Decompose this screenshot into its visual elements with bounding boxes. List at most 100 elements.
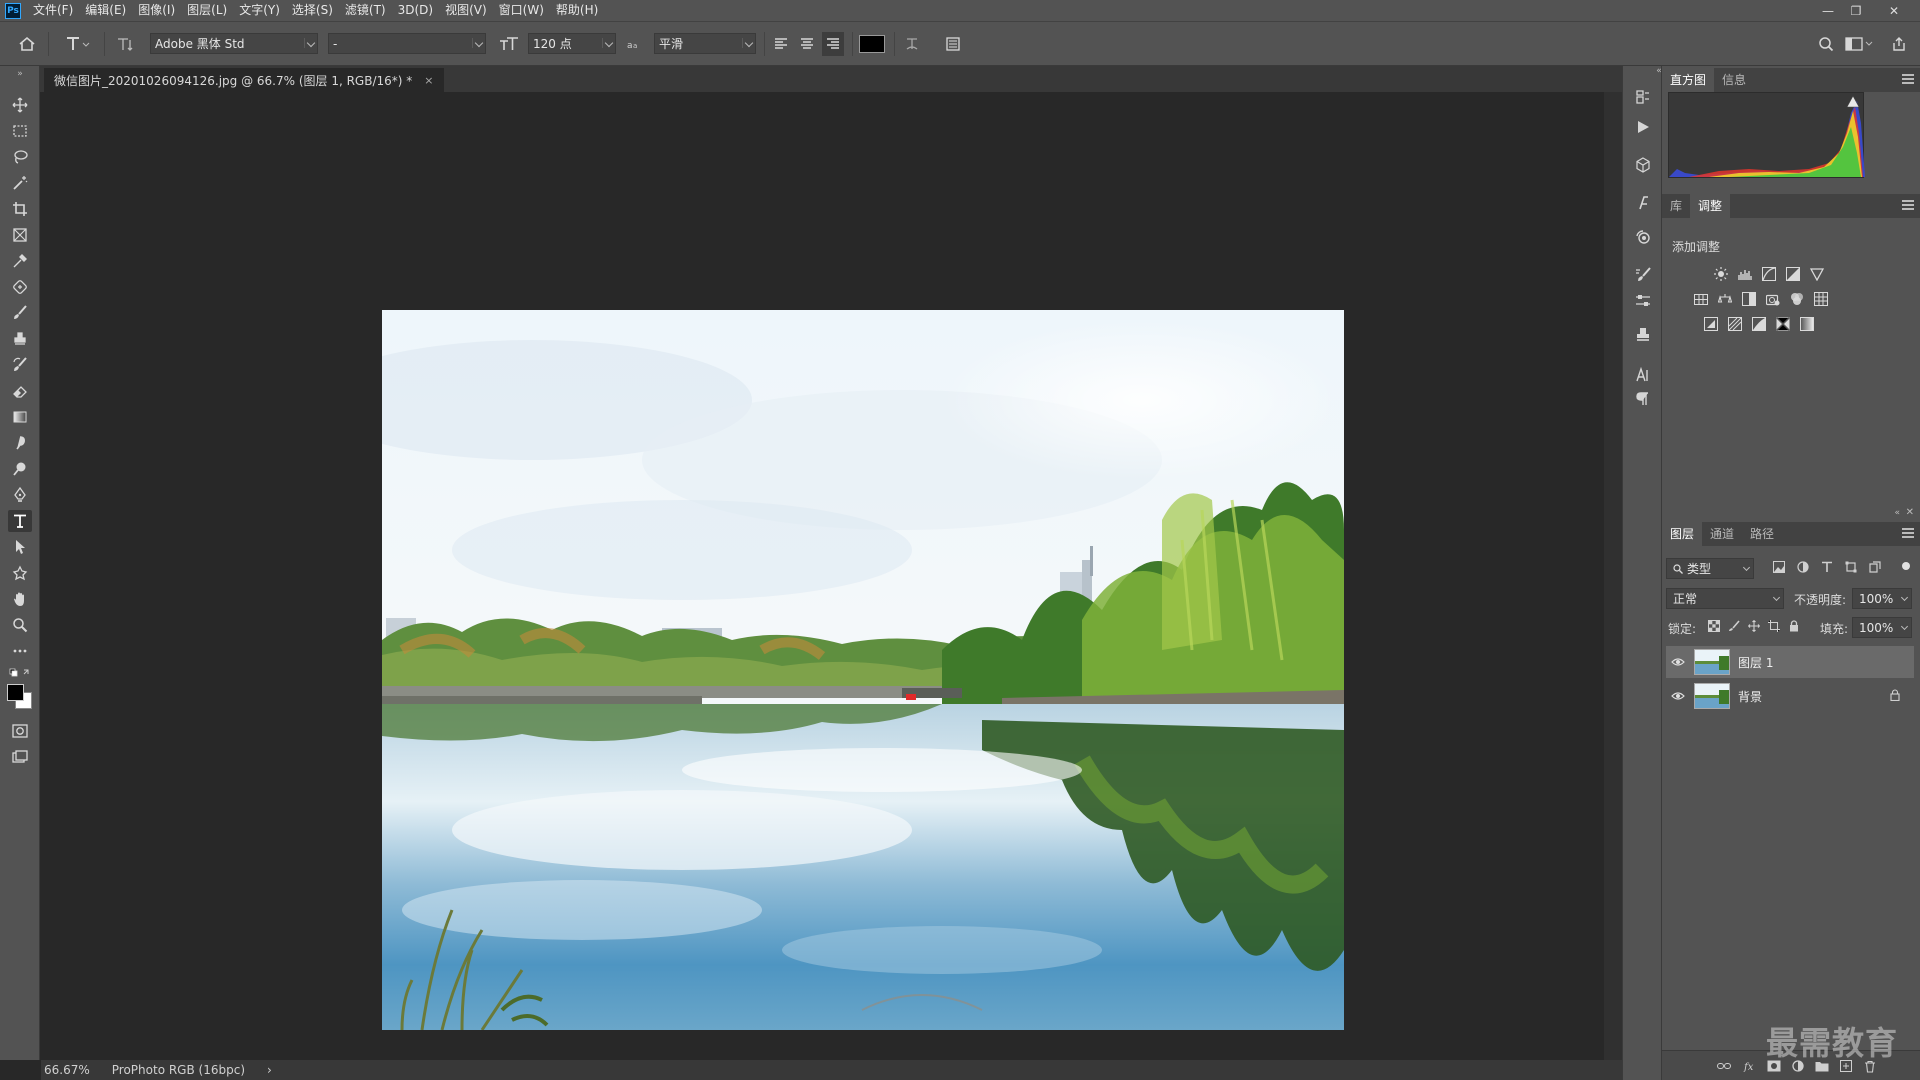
3d-panel-icon[interactable]	[1631, 154, 1655, 176]
smudge-tool-icon[interactable]	[8, 432, 32, 454]
menu-select[interactable]: 选择(S)	[286, 0, 339, 21]
toggle-text-orientation-icon[interactable]	[112, 22, 138, 66]
layer-row-background[interactable]: 背景	[1666, 680, 1914, 712]
tab-info[interactable]: 信息	[1714, 68, 1754, 92]
glyphs-panel-icon[interactable]	[1631, 192, 1655, 214]
color-balance-icon[interactable]	[1716, 290, 1734, 308]
document-image[interactable]	[382, 310, 1344, 1030]
menu-type[interactable]: 文字(Y)	[233, 0, 286, 21]
blend-mode-select[interactable]: 正常	[1666, 588, 1784, 609]
channel-mixer-icon[interactable]	[1788, 290, 1806, 308]
levels-icon[interactable]	[1736, 265, 1754, 283]
brush-tool-icon[interactable]	[8, 302, 32, 324]
invert-icon[interactable]	[1702, 315, 1720, 333]
type-tool-icon[interactable]	[8, 510, 32, 532]
character-panel-dock-icon[interactable]	[1631, 364, 1655, 386]
layer-style-icon[interactable]: fx	[1742, 1059, 1758, 1073]
history-brush-tool-icon[interactable]	[8, 354, 32, 376]
search-icon[interactable]	[1814, 22, 1838, 66]
align-right-icon[interactable]	[822, 32, 844, 56]
menu-filter[interactable]: 滤镜(T)	[339, 0, 392, 21]
healing-brush-tool-icon[interactable]	[8, 276, 32, 298]
actions-panel-icon[interactable]	[1631, 116, 1655, 138]
font-family-select[interactable]: Adobe 黑体 Std	[150, 33, 318, 54]
histogram-panel-menu-icon[interactable]	[1902, 74, 1914, 84]
visibility-eye-icon[interactable]	[1666, 691, 1690, 701]
frame-tool-icon[interactable]	[8, 224, 32, 246]
layers-panel-menu-icon[interactable]	[1902, 528, 1914, 538]
more-tools-icon[interactable]	[8, 640, 32, 662]
tab-channels[interactable]: 通道	[1702, 522, 1742, 546]
lock-all-icon[interactable]	[1786, 618, 1802, 634]
vertical-scroll-area[interactable]	[1604, 92, 1622, 1060]
exposure-icon[interactable]	[1784, 265, 1802, 283]
font-size-select[interactable]: 120 点	[528, 33, 616, 54]
menu-view[interactable]: 视图(V)	[439, 0, 493, 21]
history-panel-icon[interactable]	[1631, 86, 1655, 108]
adjustments-sliders-icon[interactable]	[1631, 290, 1655, 312]
text-color-swatch[interactable]	[858, 22, 886, 66]
dodge-tool-icon[interactable]	[8, 458, 32, 480]
screen-mode-icon[interactable]	[8, 746, 32, 768]
filter-type-icon[interactable]	[1820, 560, 1834, 574]
hue-saturation-icon[interactable]	[1692, 290, 1710, 308]
photoshop-logo[interactable]: Ps	[5, 2, 21, 19]
gradient-tool-icon[interactable]	[8, 406, 32, 428]
eraser-tool-icon[interactable]	[8, 380, 32, 402]
vibrance-icon[interactable]	[1808, 265, 1826, 283]
filter-smart-object-icon[interactable]	[1868, 560, 1882, 574]
close-window-button[interactable]: ✕	[1880, 0, 1908, 21]
quick-mask-icon[interactable]	[8, 720, 32, 742]
type-tool-preset-icon[interactable]	[60, 22, 94, 66]
color-swatches[interactable]	[6, 682, 34, 710]
selective-color-icon[interactable]	[1774, 315, 1792, 333]
hand-tool-icon[interactable]	[8, 588, 32, 610]
pen-tool-icon[interactable]	[8, 484, 32, 506]
workspace-icon[interactable]	[1842, 22, 1876, 66]
menu-edit[interactable]: 编辑(E)	[79, 0, 132, 21]
lock-pixels-icon[interactable]	[1726, 618, 1742, 634]
layer-row-1[interactable]: 图层 1	[1666, 646, 1914, 678]
menu-3d[interactable]: 3D(D)	[392, 0, 439, 21]
align-left-icon[interactable]	[770, 22, 792, 66]
opacity-field[interactable]: 100%	[1852, 588, 1912, 609]
zoom-tool-icon[interactable]	[8, 614, 32, 636]
menu-image[interactable]: 图像(I)	[132, 0, 181, 21]
tab-paths[interactable]: 路径	[1742, 522, 1782, 546]
photo-filter-icon[interactable]	[1764, 290, 1782, 308]
align-center-icon[interactable]	[796, 22, 818, 66]
character-panel-icon[interactable]	[940, 22, 966, 66]
foreground-color-swatch[interactable]	[7, 684, 24, 701]
warp-text-icon[interactable]	[900, 22, 924, 66]
menu-window[interactable]: 窗口(W)	[493, 0, 550, 21]
home-icon[interactable]	[14, 22, 40, 66]
font-style-select[interactable]: -	[328, 33, 486, 54]
collapse-toolbar-icon[interactable]: »	[8, 68, 32, 80]
filter-pixel-icon[interactable]	[1772, 560, 1786, 574]
color-lookup-icon[interactable]	[1812, 290, 1830, 308]
clone-stamp-tool-icon[interactable]	[8, 328, 32, 350]
adjustments-panel-menu-icon[interactable]	[1902, 200, 1914, 210]
restore-button[interactable]: ❐	[1842, 0, 1870, 21]
properties-panel-icon[interactable]	[1631, 226, 1655, 248]
close-tab-icon[interactable]: ×	[424, 74, 433, 87]
minimize-button[interactable]: —	[1814, 0, 1842, 21]
brightness-contrast-icon[interactable]	[1712, 265, 1730, 283]
threshold-icon[interactable]	[1750, 315, 1768, 333]
layer-filter-select[interactable]: 类型	[1666, 558, 1754, 579]
collapse-layers-icon[interactable]: «	[1894, 508, 1900, 518]
path-selection-tool-icon[interactable]	[8, 536, 32, 558]
menu-layer[interactable]: 图层(L)	[181, 0, 233, 21]
document-tab[interactable]: 微信图片_20201026094126.jpg @ 66.7% (图层 1, R…	[44, 68, 444, 92]
tab-libraries[interactable]: 库	[1662, 194, 1690, 218]
link-layers-icon[interactable]	[1716, 1059, 1732, 1073]
black-white-icon[interactable]	[1740, 290, 1758, 308]
curves-icon[interactable]	[1760, 265, 1778, 283]
custom-shape-tool-icon[interactable]	[8, 562, 32, 584]
filter-shape-icon[interactable]	[1844, 560, 1858, 574]
menu-help[interactable]: 帮助(H)	[550, 0, 604, 21]
move-tool-icon[interactable]	[8, 94, 32, 116]
canvas-workspace[interactable]	[41, 92, 1604, 1060]
lock-transparent-icon[interactable]	[1706, 618, 1722, 634]
antialias-select[interactable]: 平滑	[654, 33, 756, 54]
